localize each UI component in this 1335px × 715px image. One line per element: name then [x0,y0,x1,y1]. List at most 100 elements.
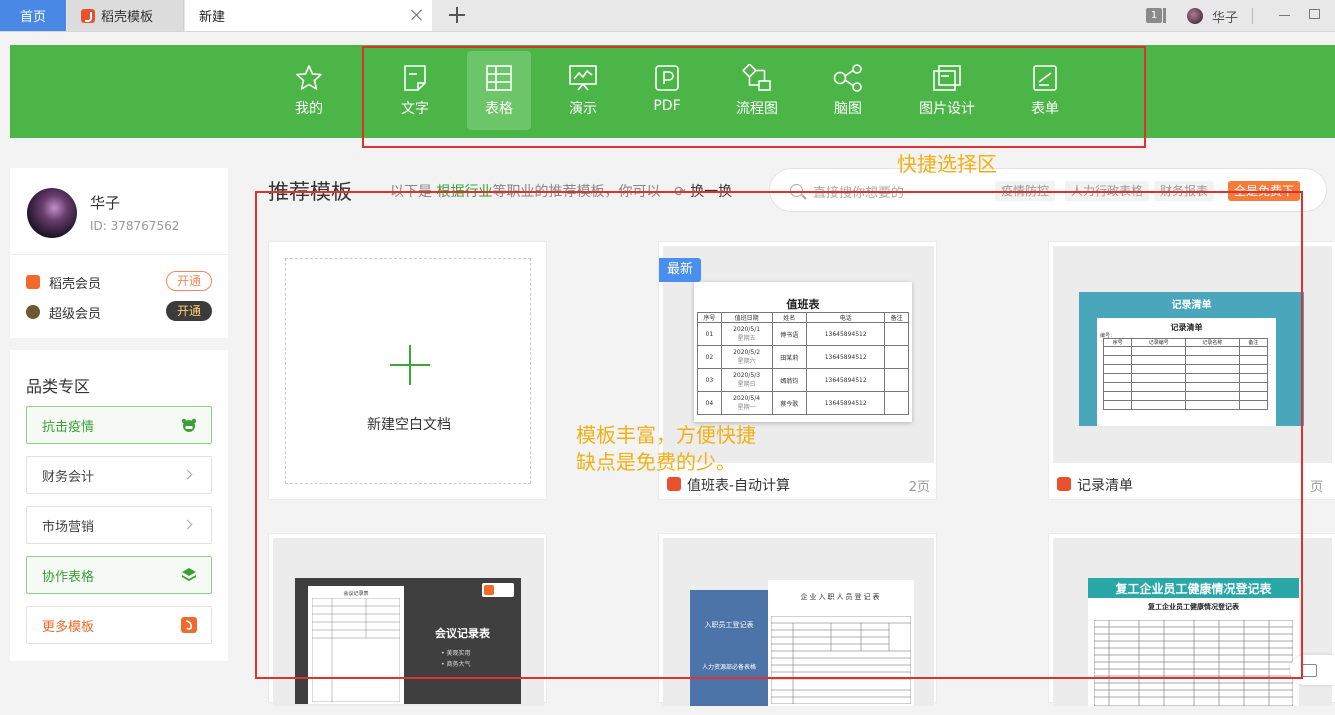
table-header-cell: 备注 [884,312,909,323]
meeting-bullet: • 商务大气 [441,661,471,668]
category-label: 我的 [295,101,323,117]
duty-sheet-title: 值班表 [786,298,820,311]
category-more-templates[interactable]: 更多模板 [26,606,212,644]
template-card-meeting[interactable]: 会议记录表 会议记录表 • 美观实用 • 商务大气 [268,533,547,706]
table-header-cell: 备注 [1238,338,1269,347]
table-cell: 01 [697,322,722,346]
membership-label: 稻壳会员 [49,276,102,292]
docer-logo-icon [181,617,197,633]
window-count-bar [1163,8,1166,23]
table-header-cell: 姓名 [771,312,808,323]
category-collab-sheets[interactable]: 协作表格 [26,556,212,594]
titlebar-username[interactable]: 华子 [1212,7,1238,26]
docer-logo-icon [482,583,514,597]
close-icon[interactable] [410,8,424,22]
table-cell: 13645894512 [806,368,886,392]
template-card-record[interactable]: 记录清单 记录清单 编号： 序号 记录编号 记录名称 备注 记录清单 页 [1048,241,1335,500]
titlebar-divider [1252,8,1253,24]
flowchart-icon [742,64,771,91]
category-image-design[interactable]: 图片设计 [914,51,980,130]
search-tag[interactable]: 人力行政表格 [1065,181,1150,201]
annotation-templates: 模板丰富，方便快捷 缺点是免费的少。 [576,422,756,476]
record-mini-table: 序号 记录编号 记录名称 备注 [1102,338,1269,410]
tab-new[interactable]: 新建 [185,0,432,31]
table-cell: 田某莉 [771,345,808,369]
table-cell: 2020/5/3 星期日 [720,368,773,392]
category-label: 图片设计 [919,101,975,117]
annotation-quick-select: 快捷选择区 [897,152,997,176]
category-epidemic[interactable]: 抗击疫情 [26,406,212,444]
search-input[interactable]: 直接搜你想要的 [813,182,904,201]
category-form[interactable]: 表单 [1020,51,1070,130]
health-sheet-lines [1094,620,1293,706]
table-row: 02 2020/5/2 星期六 田某莉 13645894512 [697,345,909,369]
avatar[interactable] [27,188,77,238]
category-flowchart[interactable]: 流程图 [729,51,785,130]
category-label: 流程图 [736,101,778,117]
search-tag[interactable]: 财务报表 [1154,181,1215,201]
industry-link[interactable]: 根据行业 [436,184,492,200]
table-cell: 2020/5/4 星期一 [720,391,773,415]
search-tag[interactable]: 疫情防控 [995,181,1056,201]
category-presentation[interactable]: 演示 [558,51,608,130]
table-header-cell: 序号 [1102,338,1133,347]
user-avatar-small[interactable] [1187,8,1203,24]
profile-id: ID: 378767562 [90,219,180,233]
template-card-onboarding[interactable]: 入职员工登记表 人力资源部必备表格 企业入职人员登记表 [658,533,937,706]
category-label: 表单 [1031,101,1059,117]
duty-date: 2020/5/3 [733,372,761,379]
category-marketing[interactable]: 市场营销 [26,506,212,544]
table-header-cell: 值班日期 [720,312,773,323]
page-title: 推荐模板 [268,180,352,204]
tab-docer-templates[interactable]: 稻壳模板 [67,0,184,31]
meeting-sheet-title: 会议记录表 [343,591,369,597]
table-cell: 嫣翁钧 [771,368,808,392]
docer-logo-icon [1057,477,1071,491]
health-banner-title: 复工企业员工健康情况登记表 [1115,582,1272,596]
search-box[interactable]: 直接搜你想要的 疫情防控 人力行政表格 财务报表 全是免费下 [769,168,1327,212]
category-finance[interactable]: 财务会计 [26,456,212,494]
table-cell: 蔡今歌 [771,391,808,415]
table-header-cell: 电话 [806,312,886,323]
category-item-label: 更多模板 [42,619,95,635]
table-cell [884,345,909,369]
window-count-badge[interactable]: 1 [1146,8,1162,23]
new-blank-card[interactable]: 新建空白文档 [268,241,547,500]
free-download-button[interactable]: 全是免费下 [1228,181,1301,201]
template-name: 记录清单 [1077,478,1133,494]
table-cell: 2020/5/1 星期五 [720,322,773,346]
virus-bear-icon [181,418,197,432]
docer-open-button[interactable]: 开通 [166,271,212,291]
health-sheet-title: 复工企业员工健康情况登记表 [1148,603,1239,611]
tab-new-label: 新建 [199,10,226,25]
table-row: 03 2020/5/3 星期日 嫣翁钧 13645894512 [697,368,909,392]
add-tab-icon[interactable] [449,6,467,24]
category-mine[interactable]: 我的 [284,51,334,130]
tab-docer-label: 稻壳模板 [101,10,154,25]
onboarding-sheet: 企业入职人员登记表 [768,580,914,706]
category-mindmap[interactable]: 脑图 [823,51,873,130]
tab-home[interactable]: 首页 [0,0,66,31]
table-cell: 02 [697,345,722,369]
super-open-button[interactable]: 开通 [166,301,212,321]
tab-bar: 首页 稻壳模板 新建 1 华子 [0,0,1335,32]
category-pdf[interactable]: PDF [642,51,692,130]
table-cell: 傅书语 [771,322,808,346]
category-writer[interactable]: 文字 [390,51,440,130]
layers-icon [182,568,196,581]
chevron-right-icon [182,469,193,480]
refresh-button[interactable]: ⟳ 换一换 [674,181,732,201]
membership-docer: 稻壳会员 开通 [26,271,212,293]
blank-dashed-area: 新建空白文档 [285,258,531,484]
table-cell: 03 [697,368,722,392]
minimize-icon[interactable] [1279,15,1290,17]
plus-icon-vertical [409,345,411,385]
table-cell: 2020/5/2 星期六 [720,345,773,369]
category-spreadsheet[interactable]: 表格 [467,51,531,130]
category-item-label: 市场营销 [42,519,95,535]
onboarding-sheet-title: 企业入职人员登记表 [800,593,882,601]
restore-icon[interactable] [1309,9,1320,19]
feedback-icon[interactable] [1290,655,1335,685]
template-name: 值班表-自动计算 [687,478,791,494]
category-label: PDF [653,98,681,114]
